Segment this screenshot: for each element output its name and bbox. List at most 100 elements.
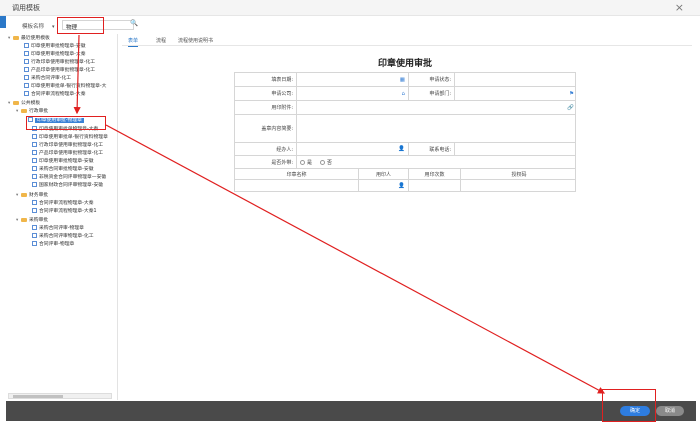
highlight-selected-template [26, 116, 106, 130]
seal-user-input[interactable]: 👤 [359, 180, 409, 191]
document-icon [24, 83, 29, 88]
tab-process[interactable]: 流程 [156, 37, 166, 44]
tree-item[interactable]: 行政印章使用审批物理章-化工 [32, 142, 103, 149]
tree-item[interactable]: 印章使用审批物理章-大秦 [24, 51, 86, 58]
handler-input[interactable]: 👤 [297, 143, 409, 155]
tree-group-recent[interactable]: ▾ 最近使用模板 [8, 35, 50, 42]
dialog-footer [6, 401, 696, 421]
document-icon [32, 166, 37, 171]
document-icon [32, 150, 37, 155]
form-row-company: 申请公司: ⌂ 申请部门: ⚑ [234, 87, 576, 101]
form-row-attachment: 用印附件: 🔗 [234, 101, 576, 115]
template-tree: ▾ 最近使用模板 印章使用审批物理章-安徽 印章使用审批物理章-大秦 行政印章使用… [8, 34, 116, 392]
preview-tabs: 表单 流程 流程使用说明书 [122, 35, 692, 47]
content-desc-label: 盖章内容简要: [235, 115, 297, 142]
tab-form[interactable]: 表单 [128, 37, 139, 47]
col-code: 授权码 [511, 171, 527, 178]
tree-item[interactable]: 行政印章使用审批物理章-化工 [24, 59, 95, 66]
company-icon[interactable]: ⌂ [402, 91, 406, 97]
document-icon [24, 91, 29, 96]
flag-icon[interactable]: ⚑ [569, 91, 574, 97]
apply-status-value [455, 73, 577, 86]
tree-item[interactable]: 合同评审-物理章 [32, 241, 74, 248]
handler-label: 经办人: [235, 143, 297, 155]
folder-icon [21, 192, 27, 197]
tree-item[interactable]: 合同评审流程物理章-大秦1 [32, 208, 97, 215]
seal-table-row: 👤 [234, 180, 576, 192]
form-row-handler: 经办人: 👤 联系电话: [234, 143, 576, 156]
tree-horizontal-scrollbar[interactable] [8, 393, 112, 399]
document-icon [32, 158, 37, 163]
form-row-date: 填表日期: ▦ 申请状态: [234, 73, 576, 87]
tree-group-purchase[interactable]: ▾ 采购审批 [16, 217, 48, 224]
document-icon [32, 182, 37, 187]
document-icon [32, 208, 37, 213]
seal-times-input[interactable] [409, 180, 461, 191]
tree-item[interactable]: 国家财政合同评审物理章-安徽 [32, 182, 103, 189]
radio-yes-label: 是 [307, 159, 313, 166]
tree-item[interactable]: 印章使用审批物理章-安徽 [24, 43, 86, 50]
highlight-search-box [57, 17, 104, 34]
seal-code-input[interactable] [461, 180, 577, 191]
tree-group-finance[interactable]: ▾ 财务审批 [16, 192, 48, 199]
person-icon[interactable]: 👤 [398, 146, 405, 152]
apply-status-label: 申请状态: [409, 73, 455, 86]
document-icon [32, 225, 37, 230]
fill-date-label: 填表日期: [235, 73, 297, 86]
search-field-select[interactable]: 模板名称 ▾ [22, 22, 55, 30]
highlight-confirm-button [602, 389, 656, 422]
close-icon[interactable]: × [675, 1, 684, 14]
tree-item[interactable]: 采购合同评审-物理章 [32, 225, 84, 232]
scrollbar-thumb[interactable] [13, 395, 63, 398]
content-desc-input[interactable] [297, 115, 577, 142]
attachment-input[interactable]: 🔗 [297, 101, 577, 114]
tree-item[interactable]: 采购合同评审-化工 [24, 75, 71, 82]
folder-icon [21, 217, 27, 222]
radio-no-label: 否 [327, 159, 333, 166]
tree-group-admin[interactable]: ▾ 行政审批 [16, 108, 48, 115]
tree-item[interactable]: 采购合同审批物理章-安徽 [32, 166, 94, 173]
person-icon[interactable]: 👤 [398, 183, 405, 189]
seal-name-input[interactable] [235, 180, 359, 191]
tree-item[interactable]: 产品印章使用审批物理章-化工 [32, 150, 103, 157]
tree-item[interactable]: 印章使用审批单-银行资料物理章 [32, 134, 108, 141]
tree-item[interactable]: 印章使用审批单-银行资料物理章-大 [24, 83, 106, 90]
col-seal-name: 印章名称 [235, 169, 359, 179]
fill-date-input[interactable]: ▦ [297, 73, 409, 86]
tree-item[interactable]: 产品印章使用审批物理章-化工 [24, 67, 95, 74]
apply-company-input[interactable]: ⌂ [297, 87, 409, 100]
apply-dept-input[interactable]: ⚑ [455, 87, 577, 100]
document-icon [32, 233, 37, 238]
form-row-content: 盖章内容简要: [234, 115, 576, 143]
phone-input[interactable] [455, 143, 577, 155]
panel-divider [117, 34, 118, 400]
chevron-down-icon: ▾ [52, 24, 55, 30]
tree-item[interactable]: 合同评审流程物理章-大秦 [32, 200, 94, 207]
seal-approval-form: 填表日期: ▦ 申请状态: 申请公司: ⌂ 申请部门: ⚑ 用印附件: 🔗 盖章… [234, 72, 576, 192]
tree-item[interactable]: 采购合同评审物理章-化工 [32, 233, 94, 240]
tree-item[interactable]: 印章使用审批物理章-安徽 [32, 158, 94, 165]
radio-no[interactable] [320, 159, 326, 165]
tree-item[interactable]: 合同评审流程物理章-大秦 [24, 91, 86, 98]
document-icon [32, 200, 37, 205]
cancel-button[interactable]: 取消 [656, 406, 684, 416]
tree-item[interactable]: 非税资金合同评审物理章—安徽 [32, 174, 106, 181]
apply-dept-label: 申请部门: [409, 87, 455, 100]
document-icon [24, 75, 29, 80]
calendar-icon[interactable]: ▦ [400, 77, 405, 83]
phone-label: 联系电话: [409, 143, 455, 155]
take-out-label: 是否外带: [235, 156, 297, 168]
search-icon[interactable]: 🔍 [130, 19, 138, 27]
tree-group-public[interactable]: ▾ 公共模板 [8, 100, 40, 107]
document-icon [32, 134, 37, 139]
window-title: 调用模板 [12, 4, 40, 12]
radio-yes[interactable] [300, 159, 305, 165]
document-icon [24, 51, 29, 56]
folder-icon [13, 35, 19, 40]
apply-company-label: 申请公司: [235, 87, 297, 100]
tab-process-manual[interactable]: 流程使用说明书 [178, 37, 213, 44]
attach-icon[interactable]: 🔗 [567, 105, 574, 111]
form-row-takeout: 是否外带: 是 否 [234, 156, 576, 169]
take-out-radio-group: 是 否 [297, 156, 577, 168]
form-title: 印章使用审批 [377, 59, 432, 69]
